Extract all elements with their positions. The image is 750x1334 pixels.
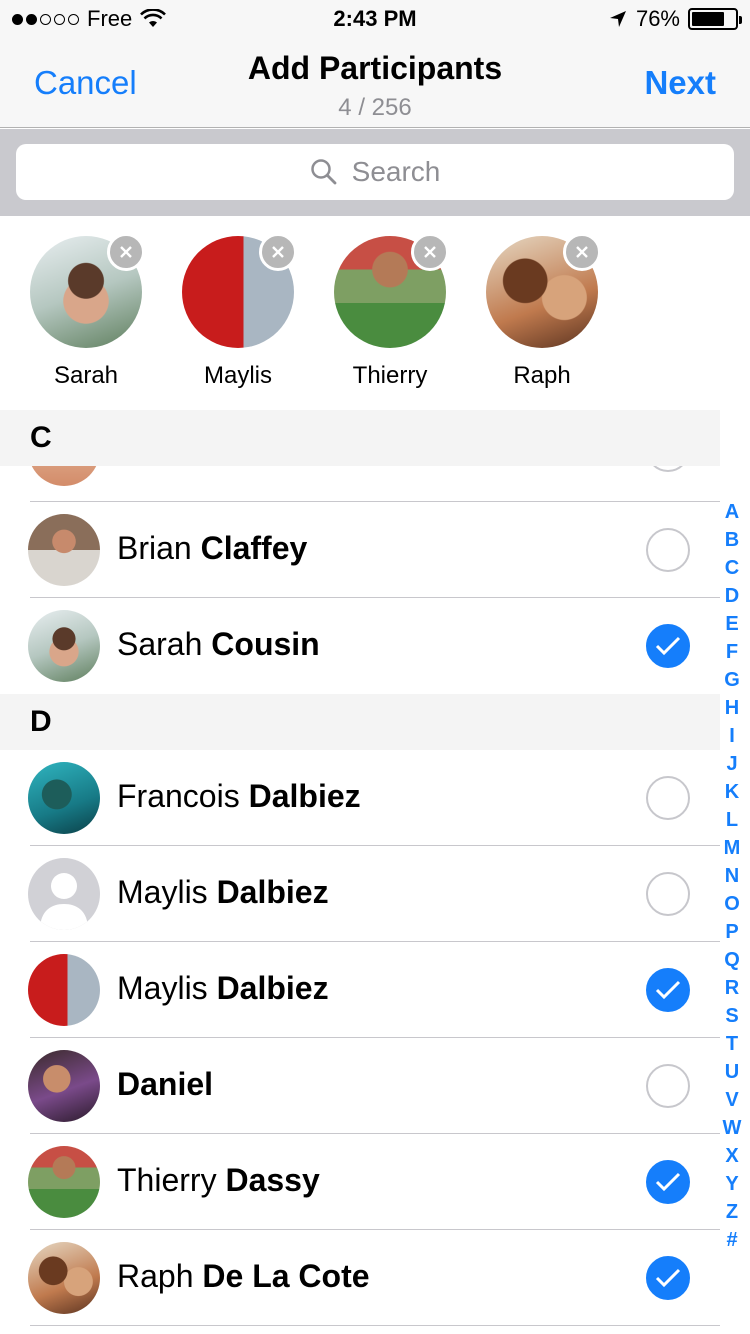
select-checkbox[interactable] (646, 872, 690, 916)
avatar (28, 514, 100, 586)
contact-row[interactable]: Thierry Dassy (0, 1134, 720, 1230)
index-letter[interactable]: P (725, 918, 738, 946)
index-letter[interactable]: K (725, 778, 739, 806)
index-letter[interactable]: S (725, 1002, 738, 1030)
contact-name: Francois Dalbiez (117, 778, 361, 814)
contact-row[interactable]: Maylis Dalbiez (0, 942, 720, 1038)
search-placeholder: Search (351, 156, 441, 187)
checkmark-icon (655, 1172, 681, 1192)
index-letter[interactable]: Z (726, 1198, 738, 1226)
participant-count: 4 / 256 (338, 94, 412, 121)
contact-row[interactable]: Francois Dalbiez (0, 750, 720, 846)
remove-participant-button[interactable] (563, 233, 601, 271)
checkmark-icon (655, 1268, 681, 1288)
search-input[interactable]: Search (16, 144, 734, 200)
index-letter[interactable]: J (726, 750, 737, 778)
select-checkbox[interactable] (646, 1064, 690, 1108)
contact-row[interactable]: Brian Claffey (0, 502, 720, 598)
avatar (28, 610, 100, 682)
contact-name: Maylis Dalbiez (117, 874, 329, 910)
index-letter[interactable]: W (723, 1114, 742, 1142)
close-icon (120, 246, 132, 258)
index-letter[interactable]: G (724, 666, 740, 694)
index-letter[interactable]: R (725, 974, 739, 1002)
section-header-d: D (0, 694, 720, 750)
index-letter[interactable]: I (729, 722, 735, 750)
select-checkbox-checked[interactable] (646, 1160, 690, 1204)
contact-name: Daniel (117, 1066, 214, 1102)
close-icon (272, 246, 284, 258)
contact-name: Thierry Dassy (117, 1162, 320, 1198)
index-letter[interactable]: A (725, 498, 739, 526)
avatar (28, 1050, 100, 1122)
avatar (28, 1146, 100, 1218)
avatar (28, 1242, 100, 1314)
battery-icon (688, 8, 742, 30)
index-letter[interactable]: B (725, 526, 739, 554)
index-letter[interactable]: Y (725, 1170, 738, 1198)
avatar (28, 762, 100, 834)
participant-name: Raph (513, 362, 571, 389)
index-letter[interactable]: C (725, 554, 739, 582)
select-checkbox-checked[interactable] (646, 1256, 690, 1300)
index-letter[interactable]: # (726, 1226, 737, 1254)
search-icon (310, 159, 337, 185)
remove-participant-button[interactable] (107, 233, 145, 271)
search-bar: Search (0, 129, 750, 216)
contact-name: Maylis Dalbiez (117, 970, 329, 1006)
contact-row[interactable]: Maylis Dalbiez (0, 846, 720, 942)
contact-row[interactable]: Raph De La Cote (0, 1230, 720, 1326)
index-letter[interactable]: L (726, 806, 738, 834)
index-letter[interactable]: H (725, 694, 739, 722)
select-checkbox-checked[interactable] (646, 968, 690, 1012)
index-letter[interactable]: U (725, 1058, 739, 1086)
index-letter[interactable]: F (726, 638, 738, 666)
contact-name: Raph De La Cote (117, 1258, 370, 1294)
close-icon (424, 246, 436, 258)
selected-participants: Sarah Maylis Thierry Raph (0, 216, 750, 410)
index-letter[interactable]: E (725, 610, 738, 638)
remove-participant-button[interactable] (259, 233, 297, 271)
participant-name: Maylis (203, 362, 272, 389)
select-checkbox-checked[interactable] (646, 624, 690, 668)
contact-name: Sarah Cousin (117, 626, 320, 662)
index-letter[interactable]: M (724, 834, 741, 862)
battery-percent: 76% (635, 6, 680, 31)
page-title: Add Participants (247, 50, 503, 86)
section-header-c: C (0, 410, 720, 466)
contact-name: Brian Claffey (117, 530, 308, 566)
avatar (28, 954, 100, 1026)
select-checkbox[interactable] (646, 776, 690, 820)
index-letter[interactable]: V (725, 1086, 738, 1114)
close-icon (576, 246, 588, 258)
contact-row[interactable]: Daniel (0, 1038, 720, 1134)
participant-name: Sarah (53, 362, 119, 389)
navigation-bar: Cancel Add Participants 4 / 256 Next (0, 40, 750, 128)
person-silhouette-icon (40, 873, 88, 930)
index-letter[interactable]: N (725, 862, 739, 890)
location-arrow-icon (609, 11, 626, 27)
avatar-placeholder (28, 858, 100, 930)
next-button[interactable]: Next (644, 64, 716, 102)
index-letter[interactable]: T (726, 1030, 738, 1058)
index-letter[interactable]: X (725, 1142, 738, 1170)
index-letter[interactable]: O (724, 890, 740, 918)
checkmark-icon (655, 636, 681, 656)
select-checkbox[interactable] (646, 528, 690, 572)
index-letter[interactable]: D (725, 582, 739, 610)
status-bar: Free 2:43 PM 76% (0, 0, 750, 40)
participant-name: Thierry (352, 362, 428, 389)
section-index[interactable]: A B C D E F G H I J K L M N O P Q R S T … (718, 498, 746, 1254)
index-letter[interactable]: Q (724, 946, 740, 974)
remove-participant-button[interactable] (411, 233, 449, 271)
contact-row[interactable]: Sarah Cousin (0, 598, 720, 694)
checkmark-icon (655, 980, 681, 1000)
